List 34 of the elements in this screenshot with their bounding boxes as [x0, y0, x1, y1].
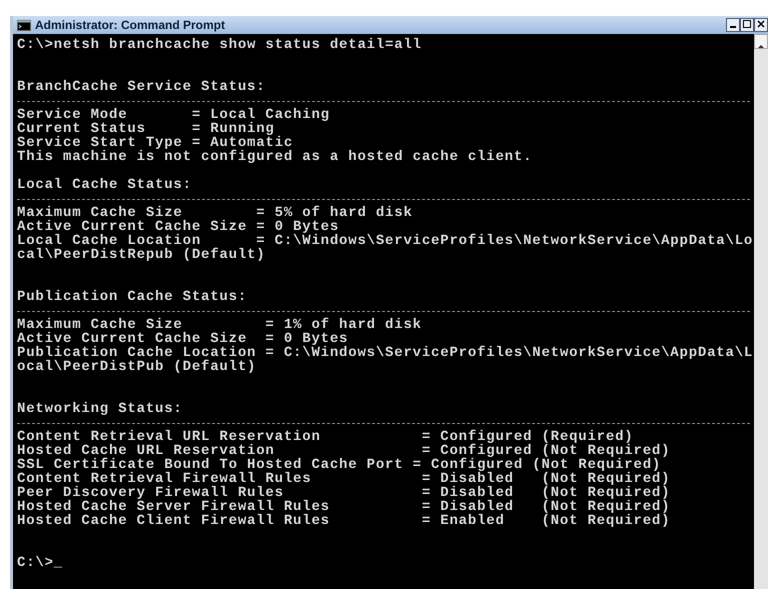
console-line: Hosted Cache URL Reservation = Configured (Not Required): [17, 444, 672, 458]
console-line: Maximum Cache Size = 5% of hard disk: [17, 206, 414, 220]
console-line: Hosted Cache Server Firewall Rules = Disabled (Not Required): [17, 500, 672, 514]
minimize-button[interactable]: [726, 18, 740, 32]
console-line: BranchCache Service Status:: [17, 80, 266, 94]
console-line: Peer Discovery Firewall Rules = Disabled (Not Required): [17, 486, 672, 500]
console-line: cal\PeerDistRepub (Default): [17, 248, 266, 262]
console-line: Publication Cache Status:: [17, 290, 248, 304]
console-line: Active Current Cache Size = 0 Bytes: [17, 332, 348, 346]
scroll-up-button[interactable]: [754, 34, 768, 49]
console-line: Service Mode = Local Caching: [17, 108, 331, 122]
console-line: Active Current Cache Size = 0 Bytes: [17, 220, 340, 234]
console-icon: [17, 20, 31, 30]
console-line: Service Start Type = Automatic: [17, 136, 294, 150]
console-line: Content Retrieval URL Reservation = Configured (Required): [17, 430, 634, 444]
console-line: Networking Status:: [17, 402, 184, 416]
console-line: ocal\PeerDistPub (Default): [17, 360, 258, 374]
window-title: Administrator: Command Prompt: [35, 18, 226, 32]
console-line: Local Cache Status:: [17, 178, 193, 192]
scrollbar[interactable]: [754, 34, 768, 589]
console-line: Content Retrieval Firewall Rules = Disabled (Not Required): [17, 472, 672, 486]
console-line: SSL Certificate Bound To Hosted Cache Port = Configured (Not Required): [17, 458, 662, 472]
console-line: Maximum Cache Size = 1% of hard disk: [17, 318, 423, 332]
console-line: Current Status = Running: [17, 122, 275, 136]
close-icon: [757, 20, 765, 28]
maximize-button[interactable]: [740, 18, 754, 32]
close-button[interactable]: [754, 18, 768, 32]
console-line: Publication Cache Location = C:\Windows\ServiceProfiles\NetworkService\AppData\L: [17, 346, 754, 360]
console-line: C:\>netsh branchcache show status detail=all: [17, 38, 423, 52]
maximize-icon: [743, 20, 751, 28]
console-line: Hosted Cache Client Firewall Rules = Enabled (Not Required): [17, 514, 672, 528]
console-line: Local Cache Location = C:\Windows\ServiceProfiles\NetworkService\AppData\Lo: [17, 234, 754, 248]
console-line: C:\>_: [17, 556, 64, 570]
console-line: This machine is not configured as a hosted cache client.: [17, 150, 534, 164]
